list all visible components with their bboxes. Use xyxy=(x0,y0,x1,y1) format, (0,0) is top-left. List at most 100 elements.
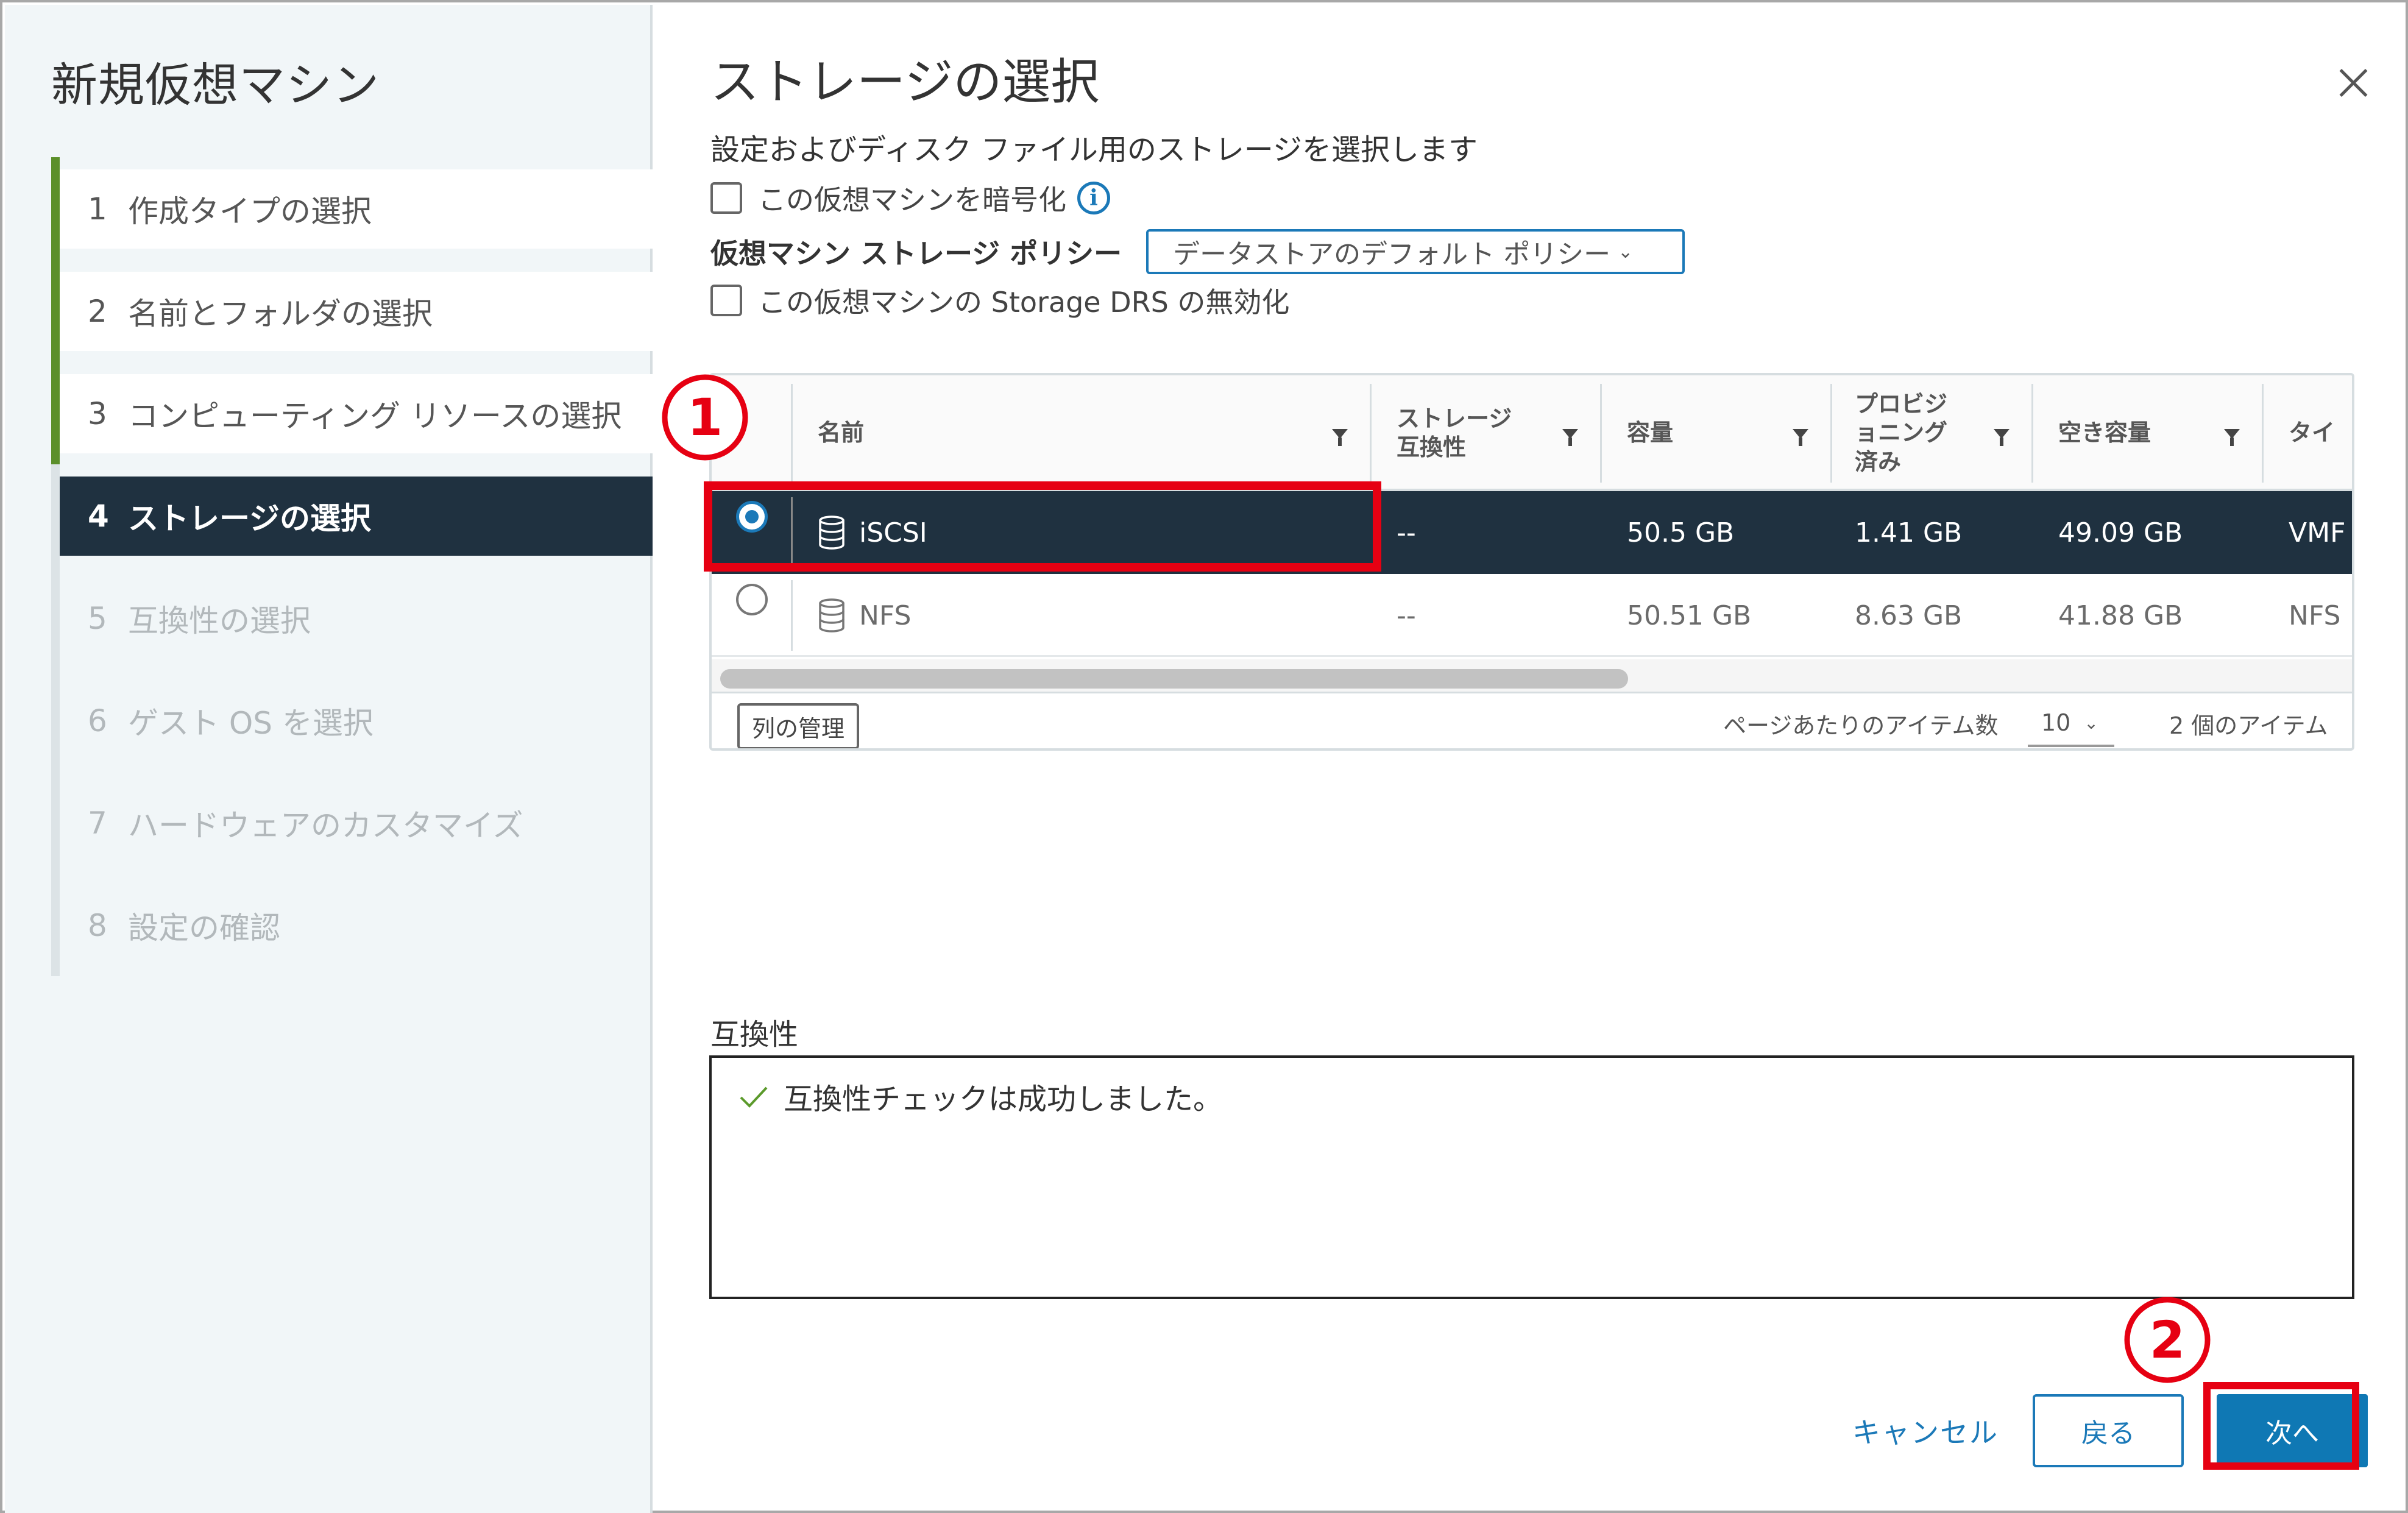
row-separator xyxy=(791,497,793,568)
encrypt-vm-row: この仮想マシンを暗号化 i xyxy=(710,178,1110,218)
filter-icon[interactable] xyxy=(1562,429,1578,446)
disable-drs-checkbox[interactable] xyxy=(710,285,742,316)
filter-icon[interactable] xyxy=(1332,429,1348,446)
next-button[interactable]: 次へ xyxy=(2217,1394,2368,1467)
cell-capacity: 50.51 GB xyxy=(1627,600,1752,631)
filter-icon[interactable] xyxy=(1994,429,2010,446)
manage-columns-button[interactable]: 列の管理 xyxy=(737,703,860,748)
step-label: ハードウェアのカスタマイズ xyxy=(128,808,523,843)
encrypt-vm-label: この仮想マシンを暗号化 xyxy=(758,183,1066,216)
cell-compat: -- xyxy=(1397,517,1416,548)
column-separator xyxy=(1600,384,1602,483)
datastore-name: iSCSI xyxy=(859,517,927,548)
page-title: ストレージの選択 xyxy=(710,54,1100,110)
step-box[interactable]: 4 ストレージの選択 xyxy=(60,477,653,556)
step-box[interactable]: 1 作成タイプの選択 xyxy=(60,169,653,249)
wizard-step-2[interactable]: 2 名前とフォルダの選択 xyxy=(51,260,653,362)
step-label: コンピューティング リソースの選択 xyxy=(128,399,622,434)
column-header-provisioned[interactable]: プロビジ ョニング 済み xyxy=(1830,375,2031,491)
row-separator xyxy=(791,580,793,651)
wizard-sidebar: 新規仮想マシン 1 作成タイプの選択 2 名前とフォルダの選択 3 コンピューティング… xyxy=(5,5,653,1513)
cancel-button[interactable]: キャンセル xyxy=(1852,1394,1999,1467)
step-label: ゲスト OS を選択 xyxy=(128,706,374,741)
scrollbar-thumb[interactable] xyxy=(720,669,1628,689)
step-box[interactable]: 3 コンピューティング リソースの選択 xyxy=(60,374,653,453)
step-number: 4 xyxy=(88,498,109,534)
step-number: 3 xyxy=(88,396,107,431)
column-header-label: 名前 xyxy=(818,419,865,447)
row-radio[interactable] xyxy=(736,584,768,615)
annotation-number-1: 1 xyxy=(662,374,748,461)
step-progress-track xyxy=(51,362,60,464)
step-box: 5 互換性の選択 xyxy=(60,579,653,658)
step-box: 6 ゲスト OS を選択 xyxy=(60,681,653,760)
disable-drs-label: この仮想マシンの Storage DRS の無効化 xyxy=(758,286,1290,319)
column-header-type[interactable]: タイ xyxy=(2262,375,2352,491)
wizard-step-7: 7 ハードウェアのカスタマイズ xyxy=(51,771,653,874)
step-progress-track xyxy=(51,874,60,976)
cell-provisioned: 1.41 GB xyxy=(1855,517,1963,548)
column-separator xyxy=(1370,384,1372,483)
cell-capacity: 50.5 GB xyxy=(1627,517,1735,548)
table-row[interactable]: NFS -- 50.51 GB 8.63 GB 41.88 GB NFS xyxy=(712,574,2352,657)
column-header-line: ョニング xyxy=(1855,419,1948,447)
step-label: 互換性の選択 xyxy=(128,603,311,639)
storage-policy-row: 仮想マシン ストレージ ポリシー データストアのデフォルト ポリシー ⌄ xyxy=(710,229,1685,274)
step-progress-track xyxy=(51,464,60,567)
datastore-icon xyxy=(819,516,845,550)
step-progress-track xyxy=(51,157,60,260)
cell-provisioned: 8.63 GB xyxy=(1855,600,1963,631)
cell-free: 49.09 GB xyxy=(2058,517,2183,548)
cell-type: NFS xyxy=(2289,600,2341,631)
column-header-free[interactable]: 空き容量 xyxy=(2031,375,2262,491)
wizard-step-4[interactable]: 4 ストレージの選択 xyxy=(51,464,653,567)
step-number: 8 xyxy=(88,908,107,943)
column-header-label: 容量 xyxy=(1627,419,1674,447)
wizard-step-8: 8 設定の確認 xyxy=(51,874,653,976)
wizard-steps: 1 作成タイプの選択 2 名前とフォルダの選択 3 コンピューティング リソースの選択… xyxy=(51,157,653,976)
column-separator xyxy=(2262,384,2264,483)
info-icon[interactable]: i xyxy=(1077,182,1110,214)
step-box[interactable]: 2 名前とフォルダの選択 xyxy=(60,272,653,351)
items-per-page-select[interactable]: 10 ⌄ xyxy=(2028,701,2114,747)
table-row[interactable]: iSCSI -- 50.5 GB 1.41 GB 49.09 GB VMF xyxy=(712,491,2352,574)
items-per-page-label: ページあたりのアイテム数 xyxy=(1723,712,1999,739)
column-header-capacity[interactable]: 容量 xyxy=(1600,375,1830,491)
filter-icon[interactable] xyxy=(1793,429,1808,446)
column-header-compat[interactable]: ストレージ 互換性 xyxy=(1370,375,1600,491)
annotation-number-text: 1 xyxy=(687,388,723,447)
horizontal-scrollbar[interactable] xyxy=(712,659,2352,693)
close-icon[interactable] xyxy=(2335,65,2371,101)
chevron-down-icon: ⌄ xyxy=(1618,241,1634,263)
step-number: 5 xyxy=(88,601,107,636)
cell-type: VMF xyxy=(2289,517,2346,548)
step-box: 8 設定の確認 xyxy=(60,886,653,965)
back-button[interactable]: 戻る xyxy=(2033,1394,2184,1467)
column-header-line: 互換性 xyxy=(1397,434,1467,461)
item-count: 2 個のアイテム xyxy=(2169,712,2328,739)
cell-free: 41.88 GB xyxy=(2058,600,2183,631)
wizard-step-1[interactable]: 1 作成タイプの選択 xyxy=(51,157,653,260)
page-description: 設定およびディスク ファイル用のストレージを選択します xyxy=(710,133,1478,167)
step-label: 作成タイプの選択 xyxy=(128,194,372,229)
column-separator xyxy=(2031,384,2033,483)
storage-policy-value: データストアのデフォルト ポリシー xyxy=(1173,239,1611,270)
grid-footer: 列の管理 ページあたりのアイテム数 10 ⌄ 2 個のアイテム xyxy=(712,693,2352,748)
cell-compat: -- xyxy=(1397,600,1416,631)
encrypt-vm-checkbox[interactable] xyxy=(710,182,742,214)
column-header-label: タイ xyxy=(2289,419,2335,447)
wizard-step-3[interactable]: 3 コンピューティング リソースの選択 xyxy=(51,362,653,464)
row-radio[interactable] xyxy=(736,501,768,533)
annotation-number-text: 2 xyxy=(2150,1310,2185,1370)
grid-header: 名前 ストレージ 互換性 容量 プロビジ ョニング 済み 空き容量 タイ xyxy=(712,375,2352,491)
step-label: ストレージの選択 xyxy=(128,501,371,536)
column-header-line: 済み xyxy=(1855,448,1902,475)
column-header-name[interactable]: 名前 xyxy=(791,375,1370,491)
step-progress-track xyxy=(51,771,60,874)
wizard-title: 新規仮想マシン xyxy=(51,58,380,112)
cell-name: iSCSI xyxy=(818,491,927,574)
filter-icon[interactable] xyxy=(2224,429,2240,446)
storage-policy-label: 仮想マシン ストレージ ポリシー xyxy=(710,237,1122,270)
storage-policy-select[interactable]: データストアのデフォルト ポリシー ⌄ xyxy=(1146,229,1685,274)
step-progress-track xyxy=(51,567,60,669)
